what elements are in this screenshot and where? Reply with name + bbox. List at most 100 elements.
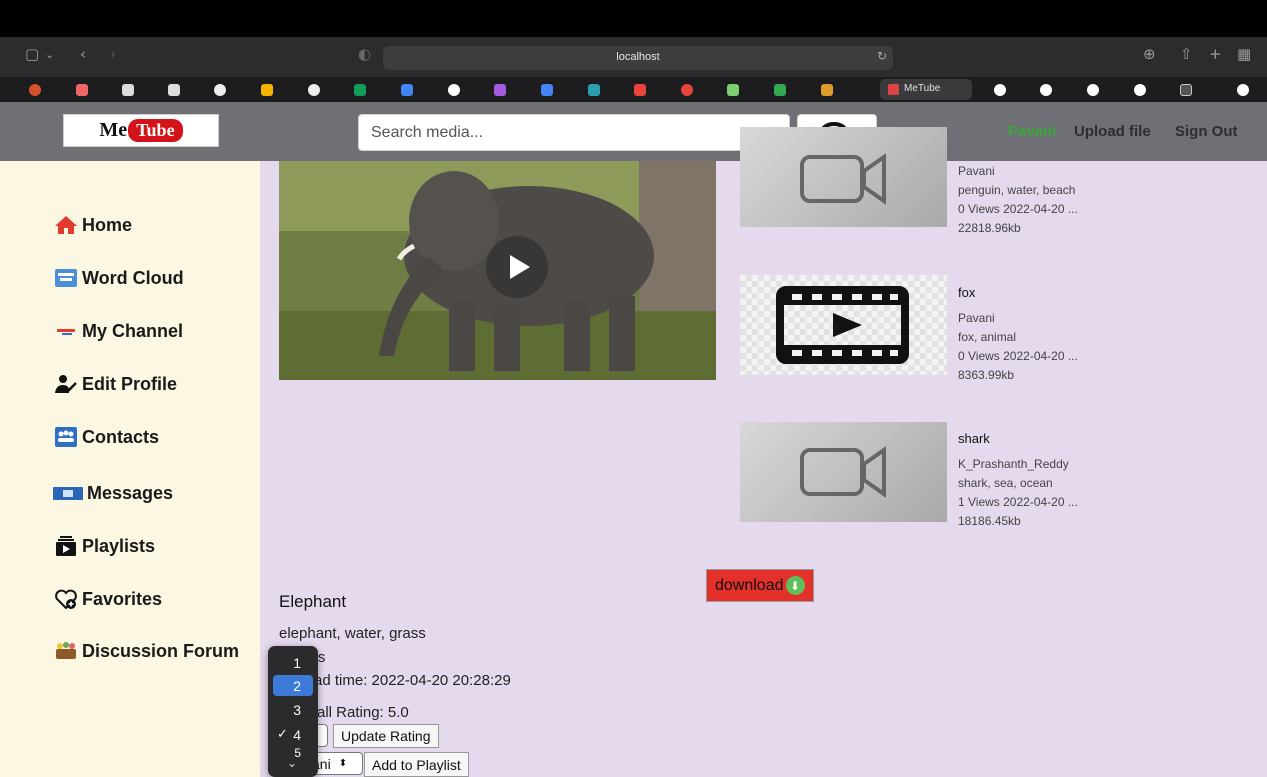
- checkmark-icon: ✓: [277, 727, 288, 742]
- scroll-down-chevron-icon[interactable]: ⌄: [287, 756, 297, 770]
- main-content: Pavani penguin, water, beach 0 Views 202…: [260, 127, 1267, 777]
- address-bar[interactable]: localhost ↻: [383, 46, 893, 70]
- contacts-icon: [52, 426, 79, 448]
- chevron-down-icon[interactable]: ⌄: [45, 48, 54, 61]
- film-strip-icon: [776, 286, 909, 364]
- upload-time: ad time: 2022-04-20 20:28:29: [314, 672, 511, 689]
- privacy-shield-icon: ◐: [358, 45, 372, 63]
- sidebar-item-messages[interactable]: Messages: [52, 479, 173, 507]
- rating-option-2[interactable]: 2: [273, 675, 313, 696]
- video-thumbnail[interactable]: [740, 127, 947, 227]
- channel-icon: [52, 320, 79, 342]
- tab-favicon[interactable]: [677, 80, 697, 99]
- sidebar-item-my-channel[interactable]: My Channel: [52, 317, 183, 345]
- tab-favicon[interactable]: [25, 80, 45, 99]
- new-tab-icon[interactable]: +: [1209, 45, 1222, 63]
- sidebar-item-edit-profile[interactable]: Edit Profile: [52, 370, 177, 398]
- download-manager-icon[interactable]: ⊕: [1143, 45, 1156, 63]
- add-to-playlist-button[interactable]: Add to Playlist: [364, 752, 469, 777]
- tab-favicon[interactable]: [1036, 80, 1056, 99]
- tab-favicon[interactable]: [350, 80, 370, 99]
- address-text: localhost: [616, 51, 660, 63]
- tab-favicon[interactable]: [164, 80, 184, 99]
- video-player[interactable]: [279, 161, 716, 380]
- video-author[interactable]: K_Prashanth_Reddy: [958, 457, 1069, 471]
- rating-dropdown-menu: 1 2 3 ✓ 4 5 ⌄: [268, 646, 318, 777]
- tab-favicon[interactable]: [397, 80, 417, 99]
- video-stats: 0 Views 2022-04-20 ...: [958, 202, 1078, 216]
- tab-favicon[interactable]: [1233, 80, 1253, 99]
- video-author[interactable]: Pavani: [958, 164, 995, 178]
- back-icon[interactable]: ‹: [80, 45, 86, 63]
- rating-option-label: 4: [293, 726, 301, 743]
- tab-favicon[interactable]: [723, 80, 743, 99]
- video-tags: penguin, water, beach: [958, 183, 1076, 197]
- current-user[interactable]: Pavani: [1008, 123, 1056, 140]
- search-input[interactable]: [358, 114, 790, 151]
- sidebar-item-discussion-forum[interactable]: Discussion Forum: [52, 637, 239, 665]
- video-stats: 0 Views 2022-04-20 ...: [958, 349, 1078, 363]
- logo-me: Me: [99, 119, 128, 141]
- upload-file-link[interactable]: Upload file: [1074, 123, 1151, 140]
- reload-icon[interactable]: ↻: [877, 49, 887, 63]
- tab-metube[interactable]: MeTube: [880, 79, 972, 100]
- update-rating-button[interactable]: Update Rating: [333, 724, 439, 748]
- home-icon: [52, 214, 79, 236]
- video-keywords: elephant, water, grass: [279, 625, 426, 642]
- play-button[interactable]: [486, 236, 548, 298]
- sidebar-item-label: Edit Profile: [82, 373, 178, 394]
- rating-option-1[interactable]: 1: [273, 652, 313, 673]
- sidebar-toggle-icon[interactable]: ▢: [25, 45, 39, 63]
- tab-favicon[interactable]: [1130, 80, 1150, 99]
- video-author[interactable]: Pavani: [958, 311, 995, 325]
- sidebar-item-label: Messages: [87, 482, 174, 503]
- rating-option-label: 2: [293, 677, 301, 694]
- screen-top-bar: [0, 0, 1267, 37]
- sidebar-item-playlists[interactable]: Playlists: [52, 532, 155, 560]
- tab-overview-icon[interactable]: ▦: [1237, 45, 1251, 63]
- discussion-forum-icon: [52, 640, 79, 662]
- download-button[interactable]: download ⬇: [706, 569, 814, 602]
- metube-logo[interactable]: Me Tube: [63, 114, 219, 147]
- tab-favicon[interactable]: [444, 80, 464, 99]
- sidebar-item-word-cloud[interactable]: Word Cloud: [52, 264, 184, 292]
- video-title-main: Elephant: [279, 592, 347, 611]
- share-icon[interactable]: ⇧: [1180, 45, 1193, 63]
- sidebar-item-favorites[interactable]: Favorites: [52, 585, 162, 613]
- rating-option-3[interactable]: 3: [273, 699, 313, 720]
- video-title[interactable]: fox: [958, 285, 975, 300]
- tab-favicon[interactable]: [72, 80, 92, 99]
- tab-favicon[interactable]: [630, 80, 650, 99]
- tab-favicon[interactable]: [1083, 80, 1103, 99]
- sidebar-item-contacts[interactable]: Contacts: [52, 423, 159, 451]
- video-stats: 1 Views 2022-04-20 ...: [958, 495, 1078, 509]
- tab-favicon[interactable]: [817, 80, 837, 99]
- tab-favicon[interactable]: [304, 80, 324, 99]
- word-cloud-icon: [52, 267, 79, 289]
- select-arrows-icon: ⬍: [338, 758, 348, 769]
- tab-favicon[interactable]: [1176, 80, 1196, 99]
- tab-favicon[interactable]: [770, 80, 790, 99]
- sidebar-item-home[interactable]: Home: [52, 211, 132, 239]
- video-thumbnail[interactable]: [740, 422, 947, 522]
- sidebar: Home Word Cloud My Channel Edit Profile …: [0, 161, 260, 777]
- tab-favicon[interactable]: [990, 80, 1010, 99]
- tab-favicon[interactable]: [490, 80, 510, 99]
- rating-option-4[interactable]: ✓ 4: [273, 724, 313, 745]
- sidebar-item-label: Home: [82, 214, 133, 235]
- sign-out-link[interactable]: Sign Out: [1175, 123, 1238, 140]
- tab-favicon[interactable]: [257, 80, 277, 99]
- tab-favicon[interactable]: [537, 80, 557, 99]
- video-thumbnail[interactable]: [740, 275, 947, 375]
- sidebar-item-label: My Channel: [82, 320, 184, 341]
- overall-rating: all Rating: 5.0: [317, 704, 409, 721]
- tab-favicon[interactable]: [584, 80, 604, 99]
- tab-favicon[interactable]: [118, 80, 138, 99]
- tab-favicon[interactable]: [210, 80, 230, 99]
- video-title[interactable]: shark: [958, 431, 990, 446]
- video-camera-icon: [800, 153, 886, 205]
- sidebar-item-label: Contacts: [82, 426, 160, 447]
- forward-icon[interactable]: ›: [110, 45, 116, 63]
- download-arrow-icon: ⬇: [785, 576, 805, 595]
- playlists-icon: [52, 535, 79, 557]
